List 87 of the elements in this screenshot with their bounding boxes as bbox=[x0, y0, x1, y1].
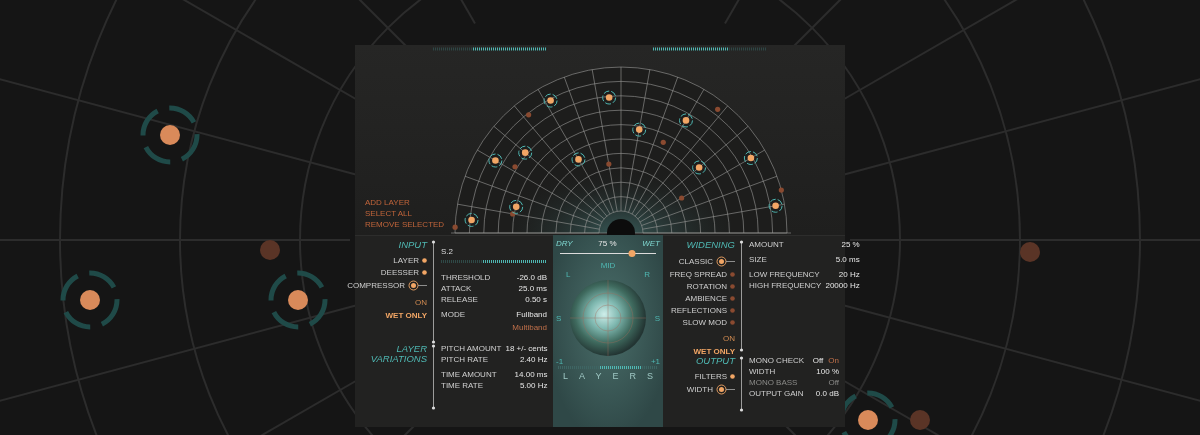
param-label: PITCH AMOUNT bbox=[441, 344, 502, 353]
faint-dot-drawing bbox=[910, 410, 930, 430]
param-label: WIDTH bbox=[749, 366, 776, 376]
module-label[interactable]: WIDTH bbox=[686, 384, 713, 394]
param-value[interactable]: 25 % bbox=[841, 240, 860, 249]
selected-module-icon[interactable] bbox=[408, 279, 427, 291]
param-label: TIME AMOUNT bbox=[441, 370, 497, 379]
preset-name[interactable]: S.2 bbox=[441, 247, 453, 256]
param-value[interactable]: 20000 Hz bbox=[825, 281, 860, 290]
param-label: SIZE bbox=[749, 255, 767, 264]
module-label[interactable]: LAYER bbox=[393, 255, 419, 265]
scope-label: S bbox=[556, 313, 562, 323]
toggle-dot-icon[interactable] bbox=[730, 319, 735, 325]
param-label: AMOUNT bbox=[749, 240, 784, 249]
toggle-dot-icon[interactable] bbox=[730, 373, 735, 379]
param-label: PITCH RATE bbox=[441, 355, 488, 364]
param-value[interactable]: -26.0 dB bbox=[516, 273, 547, 282]
dry-label: DRY bbox=[556, 239, 573, 248]
module-label[interactable]: ROTATION bbox=[686, 281, 727, 291]
param-label: TIME RATE bbox=[441, 381, 484, 390]
param-label: MONO BASS bbox=[749, 377, 798, 387]
wet-label: WET bbox=[642, 239, 660, 248]
param-value[interactable]: 14.00 ms bbox=[514, 370, 548, 379]
faint-dot-drawing bbox=[1020, 242, 1040, 262]
ringed-node-drawing bbox=[60, 270, 120, 330]
toggle-dot-icon[interactable] bbox=[422, 257, 427, 263]
ringed-node-drawing bbox=[140, 105, 200, 165]
toggle-dot-icon[interactable] bbox=[730, 295, 735, 301]
section-title: INPUT bbox=[398, 240, 427, 250]
param-label: ATTACK bbox=[441, 284, 472, 293]
dry-wet-slider[interactable] bbox=[560, 250, 656, 257]
module-label[interactable]: AMBIENCE bbox=[685, 293, 727, 303]
param-value[interactable]: 5.0 ms bbox=[835, 255, 860, 264]
scope-label: MID bbox=[600, 261, 616, 270]
param-value[interactable]: 5.00 Hz bbox=[519, 381, 548, 390]
param-value[interactable]: 0.50 s bbox=[525, 295, 547, 304]
layer-action-link[interactable]: ADD LAYER bbox=[365, 198, 451, 207]
toggle-dot-icon[interactable] bbox=[730, 271, 735, 277]
option[interactable]: On bbox=[828, 355, 839, 365]
param-label: MONO CHECK bbox=[749, 355, 805, 365]
param-value[interactable]: 0.0 dB bbox=[815, 388, 839, 398]
param-value[interactable]: 2.40 Hz bbox=[519, 355, 548, 364]
param-label: THRESHOLD bbox=[441, 273, 491, 282]
slider-thumb[interactable] bbox=[628, 250, 636, 257]
option[interactable]: Off bbox=[812, 355, 824, 365]
param-value[interactable]: 25.0 ms bbox=[518, 284, 547, 293]
scope-label: S bbox=[654, 313, 660, 323]
toggle-dot-icon[interactable] bbox=[730, 307, 735, 313]
param-label: OUTPUT GAIN bbox=[749, 388, 804, 398]
section-title: LAYER VARIATIONS bbox=[369, 344, 427, 364]
section-title: WIDENING bbox=[686, 240, 735, 250]
module-label[interactable]: SLOW MOD bbox=[682, 317, 727, 327]
param-value[interactable]: 100 % bbox=[816, 366, 839, 376]
scope-label: R bbox=[644, 270, 650, 279]
module-label[interactable]: COMPRESSOR bbox=[347, 280, 405, 290]
faint-dot-drawing bbox=[260, 240, 280, 260]
panel-title: LAYERS bbox=[563, 371, 664, 381]
option[interactable]: Fullband bbox=[516, 310, 547, 319]
param-label: MODE bbox=[441, 310, 465, 319]
selected-module-icon[interactable] bbox=[716, 255, 735, 267]
routing-option[interactable]: WET ONLY bbox=[693, 346, 735, 356]
option[interactable]: Multiband bbox=[512, 323, 547, 332]
selected-module-icon[interactable] bbox=[716, 383, 735, 395]
scope-label: L bbox=[566, 270, 571, 279]
layer-action-link[interactable]: REMOVE SELECTED bbox=[365, 220, 451, 229]
module-label[interactable]: CLASSIC bbox=[678, 256, 713, 266]
routing-option[interactable]: ON bbox=[415, 297, 427, 307]
routing-option[interactable]: ON bbox=[723, 333, 735, 343]
module-label[interactable]: REFLECTIONS bbox=[671, 305, 727, 315]
mix-value: 75 % bbox=[598, 239, 617, 248]
param-label: RELEASE bbox=[441, 295, 478, 304]
toggle-dot-icon[interactable] bbox=[730, 283, 735, 289]
param-label: LOW FREQUENCY bbox=[749, 270, 820, 279]
param-label: HIGH FREQUENCY bbox=[749, 281, 822, 290]
ringed-node-drawing bbox=[268, 270, 328, 330]
routing-option[interactable]: WET ONLY bbox=[385, 310, 427, 320]
scope-label: +1 bbox=[650, 357, 660, 366]
param-value[interactable]: 18 +/- cents bbox=[505, 344, 548, 353]
section-title: OUTPUT bbox=[695, 355, 735, 366]
module-label[interactable]: FREQ SPREAD bbox=[669, 269, 727, 279]
layer-action-link[interactable]: SELECT ALL bbox=[365, 209, 451, 218]
module-label[interactable]: DEESSER bbox=[380, 267, 419, 277]
param-value[interactable]: 20 Hz bbox=[838, 270, 860, 279]
vertical-rule-drawing bbox=[738, 355, 744, 412]
scope-label: -1 bbox=[556, 357, 564, 366]
module-label[interactable]: FILTERS bbox=[694, 371, 727, 381]
toggle-dot-icon[interactable] bbox=[422, 269, 427, 275]
